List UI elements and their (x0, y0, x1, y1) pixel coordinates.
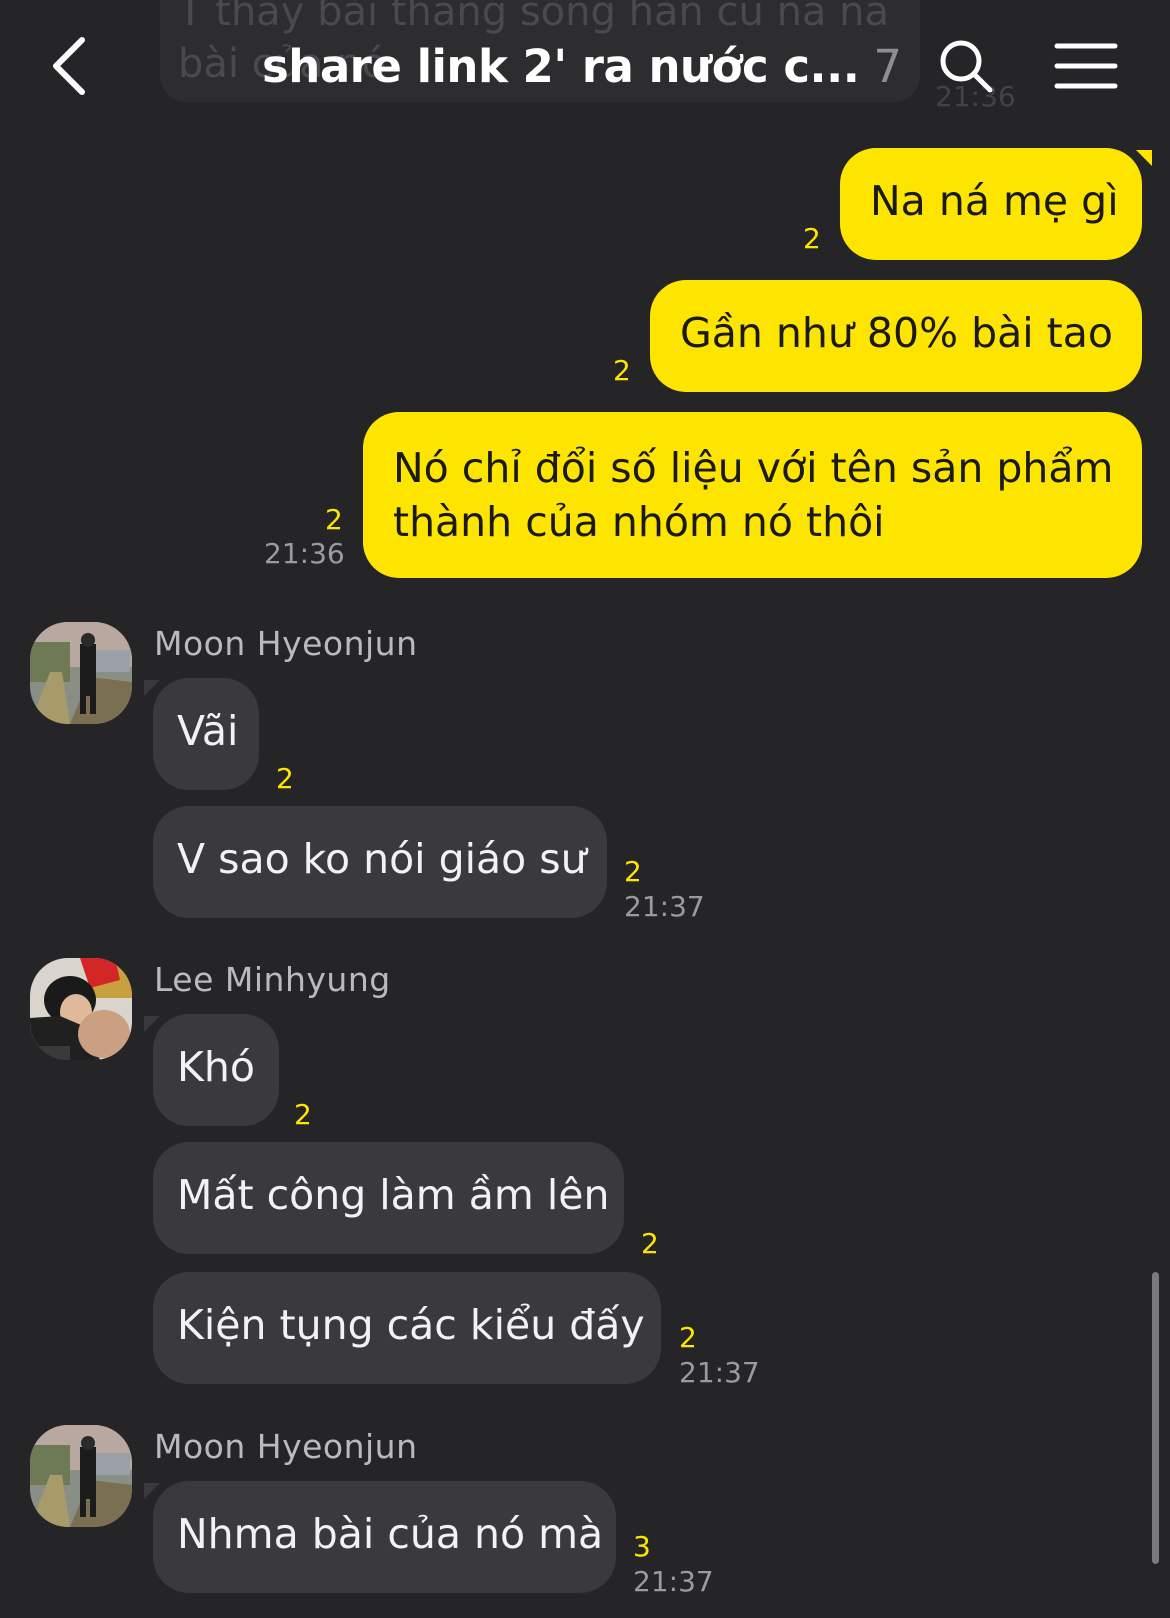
message-text: V sao ko nói giáo sư (177, 835, 587, 883)
back-button[interactable] (44, 32, 94, 100)
chat-header: T thấy bài thằng sống hàn cũ na ná bài c… (0, 0, 1170, 135)
message-time: 21:37 (633, 1565, 714, 1598)
sender-name: Lee Minhyung (154, 960, 391, 999)
message-bubble[interactable]: Nó chỉ đổi số liệu với tên sản phẩm thàn… (363, 412, 1142, 578)
unread-count: 2 (294, 1098, 312, 1131)
profile-photo-icon (30, 622, 132, 724)
message-text: Kiện tụng các kiểu đấy (177, 1301, 645, 1349)
message-text: Gần như 80% bài tao (680, 309, 1113, 357)
message-time: 21:36 (264, 537, 345, 570)
message-bubble[interactable]: Vãi (153, 678, 259, 790)
message-bubble[interactable]: Kiện tụng các kiểu đấy (153, 1272, 661, 1384)
profile-photo-icon (30, 1425, 132, 1527)
bubble-tail (144, 1483, 160, 1499)
avatar[interactable] (30, 1425, 132, 1527)
sender-name: Moon Hyeonjun (154, 1427, 418, 1466)
chat-title[interactable]: share link 2' ra nước c... 7 (262, 40, 902, 96)
message-text: Nhma bài của nó mà (177, 1510, 604, 1558)
message-text: Khó (177, 1043, 255, 1091)
member-count: 7 (873, 40, 902, 93)
message-bubble[interactable]: Gần như 80% bài tao (650, 280, 1142, 392)
unread-count: 3 (633, 1530, 651, 1563)
bubble-tail (144, 680, 160, 696)
bubble-tail (1136, 150, 1152, 166)
message-text-line: Nó chỉ đổi số liệu với tên sản phẩm (393, 444, 1114, 492)
scrollbar[interactable] (1152, 1272, 1159, 1564)
bubble-tail (144, 1016, 160, 1032)
unread-count: 2 (276, 762, 294, 795)
profile-photo-icon (30, 958, 132, 1060)
message-bubble[interactable]: V sao ko nói giáo sư (153, 806, 607, 918)
avatar[interactable] (30, 622, 132, 724)
unread-count: 2 (613, 354, 631, 387)
message-bubble[interactable]: Nhma bài của nó mà (153, 1481, 616, 1593)
message-text-line: thành của nhóm nó thôi (393, 498, 885, 546)
menu-button[interactable] (1054, 40, 1118, 92)
message-text: Na ná mẹ gì (870, 177, 1119, 225)
hamburger-menu-icon (1054, 43, 1118, 89)
avatar[interactable] (30, 958, 132, 1060)
search-icon (940, 40, 993, 93)
message-bubble[interactable]: Mất công làm ầm lên (153, 1142, 624, 1254)
unread-count: 2 (641, 1227, 659, 1260)
message-text: Vãi (177, 707, 239, 755)
message-bubble[interactable]: Khó (153, 1014, 279, 1126)
unread-count: 2 (325, 503, 343, 536)
unread-count: 2 (679, 1321, 697, 1354)
search-button[interactable] (938, 38, 994, 94)
message-bubble[interactable]: Na ná mẹ gì (840, 148, 1142, 260)
unread-count: 2 (803, 222, 821, 255)
sender-name: Moon Hyeonjun (154, 624, 418, 663)
chat-room-name: share link 2' ra nước c... (262, 40, 860, 93)
message-time: 21:37 (679, 1356, 760, 1389)
message-text: Mất công làm ầm lên (177, 1171, 610, 1219)
message-time: 21:37 (624, 890, 705, 923)
unread-count: 2 (624, 855, 642, 888)
chevron-left-icon (53, 37, 85, 95)
